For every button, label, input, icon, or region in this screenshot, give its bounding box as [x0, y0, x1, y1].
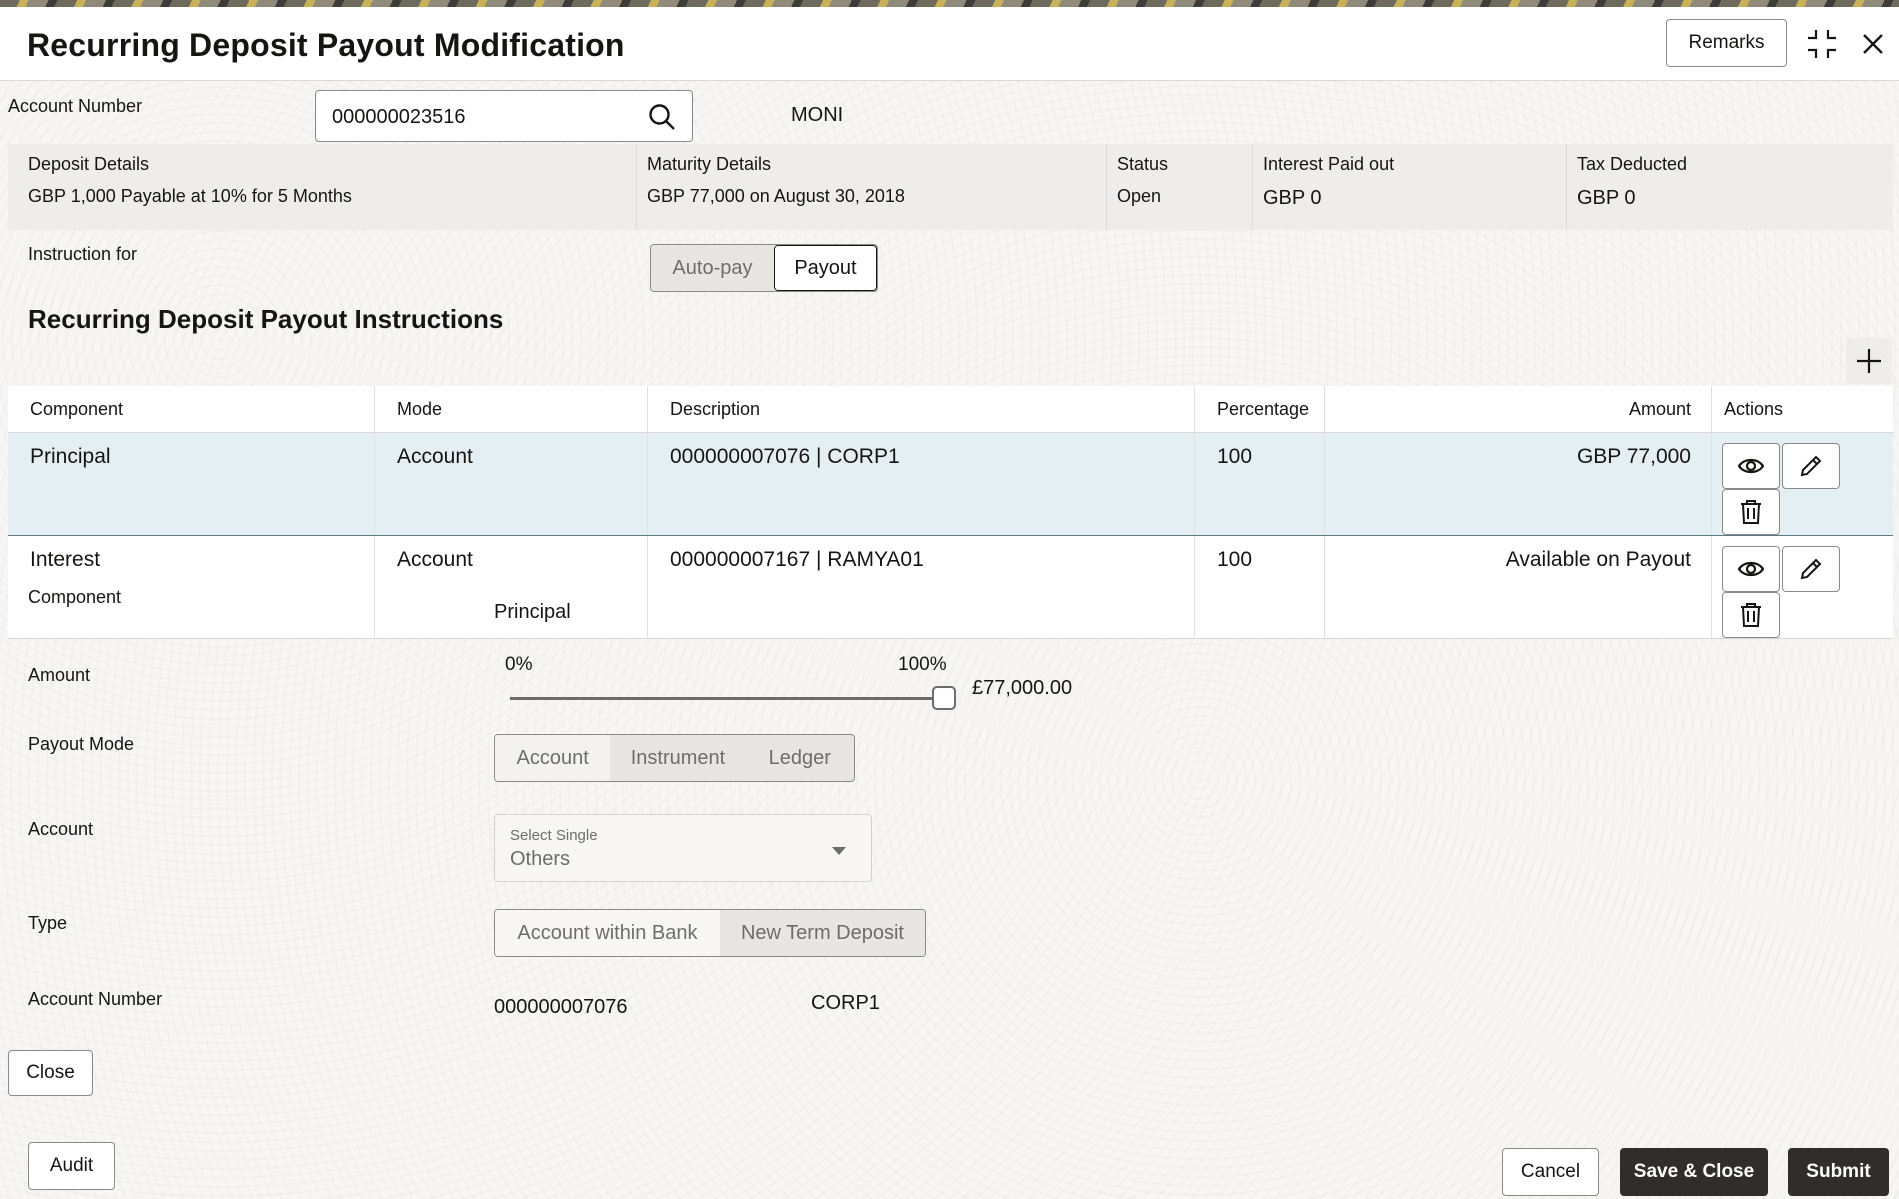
- interest-paid-field: Interest Paid out GBP 0: [1252, 144, 1567, 230]
- maturity-details-value: GBP 77,000 on August 30, 2018: [647, 186, 905, 206]
- save-close-button[interactable]: Save & Close: [1620, 1148, 1768, 1196]
- maturity-details: Maturity Details GBP 77,000 on August 30…: [636, 144, 1107, 230]
- table-row[interactable]: Interest Account 000000007167 | RAMYA01 …: [8, 535, 1893, 639]
- cell-description: 000000007167 | RAMYA01: [647, 535, 1195, 639]
- table-header-row: Component Mode Description Percentage Am…: [8, 386, 1893, 433]
- maturity-details-label: Maturity Details: [647, 154, 772, 174]
- account-select-hint: Select Single: [510, 827, 598, 844]
- submit-button[interactable]: Submit: [1788, 1148, 1889, 1196]
- payout-mode-label: Payout Mode: [28, 734, 135, 754]
- account-number-detail-name: CORP1: [811, 992, 880, 1014]
- account-holder-name: MONI: [791, 104, 844, 126]
- slider-max-label: 100%: [898, 654, 947, 675]
- type-toggle: Account within Bank New Term Deposit: [494, 909, 926, 957]
- cell-mode: Account: [374, 432, 648, 536]
- chevron-down-icon: [831, 843, 847, 861]
- amount-slider-handle[interactable]: [932, 686, 956, 710]
- amount-value: £77,000.00: [972, 677, 1073, 699]
- payout-instructions-table: Component Mode Description Percentage Am…: [8, 386, 1893, 639]
- account-select[interactable]: Select Single Others: [494, 814, 872, 882]
- amount-label: Amount: [28, 665, 91, 685]
- deposit-details: Deposit Details GBP 1,000 Payable at 10%…: [8, 144, 636, 230]
- payout-mode-instrument[interactable]: Instrument: [610, 735, 745, 781]
- component-label: Component: [28, 587, 122, 607]
- cell-amount: GBP 77,000: [1324, 432, 1712, 536]
- close-icon[interactable]: [1855, 26, 1891, 62]
- interest-paid-value: GBP 0: [1263, 187, 1322, 209]
- table-row[interactable]: Principal Account 000000007076 | CORP1 1…: [8, 432, 1893, 536]
- cell-percentage: 100: [1194, 432, 1325, 536]
- deposit-details-label: Deposit Details: [28, 154, 150, 174]
- delete-icon[interactable]: [1722, 592, 1780, 638]
- column-header-actions: Actions: [1711, 386, 1893, 433]
- column-header-percentage: Percentage: [1194, 386, 1325, 433]
- type-new-term-deposit[interactable]: New Term Deposit: [719, 910, 925, 956]
- section-title: Recurring Deposit Payout Instructions: [28, 304, 504, 334]
- auto-pay-option[interactable]: Auto-pay: [651, 245, 774, 291]
- column-header-description: Description: [647, 386, 1195, 433]
- cell-description: 000000007076 | CORP1: [647, 432, 1195, 536]
- view-icon[interactable]: [1722, 443, 1780, 489]
- column-header-amount: Amount: [1324, 386, 1712, 433]
- account-number-detail-value: 000000007076: [494, 996, 628, 1018]
- instruction-for-label: Instruction for: [28, 244, 138, 264]
- account-number-input[interactable]: [330, 101, 634, 133]
- account-number-detail-label: Account Number: [28, 989, 163, 1009]
- deposit-details-value: GBP 1,000 Payable at 10% for 5 Months: [28, 186, 352, 206]
- interest-paid-label: Interest Paid out: [1263, 154, 1395, 174]
- account-select-value: Others: [510, 848, 571, 870]
- cell-actions: [1711, 535, 1893, 639]
- edit-icon[interactable]: [1782, 546, 1840, 592]
- payout-mode-toggle: Account Instrument Ledger: [494, 734, 855, 782]
- cancel-button[interactable]: Cancel: [1502, 1148, 1599, 1196]
- column-header-component: Component: [8, 386, 375, 433]
- account-number-label: Account Number: [8, 96, 143, 116]
- tax-deducted-value: GBP 0: [1577, 187, 1636, 209]
- payout-mode-account[interactable]: Account: [495, 735, 611, 781]
- payout-option[interactable]: Payout: [773, 245, 877, 291]
- cell-component: Principal: [8, 432, 375, 536]
- account-label: Account: [28, 819, 94, 839]
- type-label: Type: [28, 913, 68, 933]
- audit-button[interactable]: Audit: [28, 1142, 115, 1190]
- deposit-summary: Deposit Details GBP 1,000 Payable at 10%…: [8, 144, 1893, 230]
- tax-deducted-label: Tax Deducted: [1577, 154, 1688, 174]
- add-icon[interactable]: [1846, 338, 1892, 384]
- status-field: Status Open: [1106, 144, 1253, 230]
- view-icon[interactable]: [1722, 546, 1780, 592]
- edit-icon[interactable]: [1782, 443, 1840, 489]
- cell-percentage: 100: [1194, 535, 1325, 639]
- slider-min-label: 0%: [505, 654, 533, 675]
- delete-icon[interactable]: [1722, 489, 1780, 535]
- amount-slider-track[interactable]: [510, 697, 945, 700]
- minimize-icon[interactable]: [1804, 26, 1840, 62]
- instruction-toggle: Auto-pay Payout: [650, 244, 878, 292]
- tax-deducted-field: Tax Deducted GBP 0: [1566, 144, 1894, 230]
- type-account-within-bank[interactable]: Account within Bank: [495, 910, 720, 956]
- main-content: Account Number MONI Deposit Details GBP …: [0, 80, 1899, 1199]
- page-title: Recurring Deposit Payout Modification: [27, 27, 625, 63]
- column-header-mode: Mode: [374, 386, 648, 433]
- account-number-search: [315, 90, 693, 142]
- status-value: Open: [1117, 186, 1162, 206]
- close-button[interactable]: Close: [8, 1050, 93, 1096]
- component-value: Principal: [494, 601, 571, 623]
- top-decorative-strip: [0, 0, 1899, 7]
- payout-mode-ledger[interactable]: Ledger: [746, 735, 854, 781]
- cell-actions: [1711, 432, 1893, 536]
- remarks-button[interactable]: Remarks: [1666, 19, 1787, 67]
- search-icon[interactable]: [644, 99, 680, 135]
- cell-amount: Available on Payout: [1324, 535, 1712, 639]
- status-label: Status: [1117, 154, 1169, 174]
- page-header: Recurring Deposit Payout Modification Re…: [0, 7, 1899, 81]
